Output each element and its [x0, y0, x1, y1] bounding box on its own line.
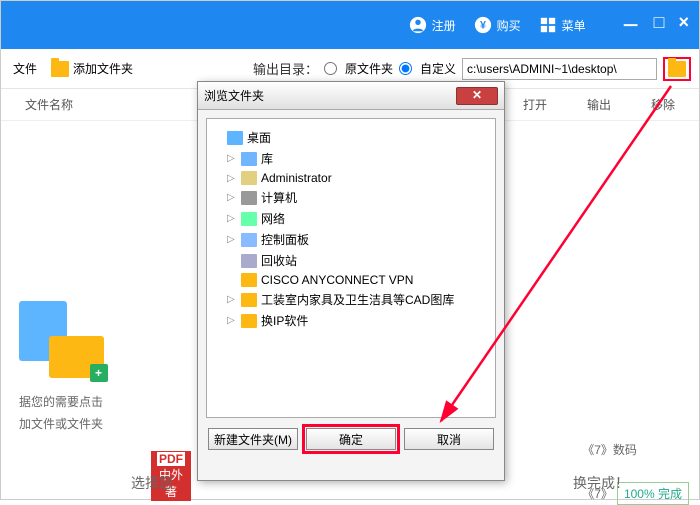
yen-icon: ¥ [474, 16, 492, 34]
tree-item[interactable]: ▷工装室内家具及卫生洁具等CAD图库 [213, 289, 489, 310]
radio-original[interactable]: 原文件夹 [324, 60, 393, 77]
tree-item[interactable]: 桌面 [213, 127, 489, 148]
user-icon [409, 16, 427, 34]
dialog-title: 浏览文件夹 [204, 87, 264, 104]
buy-button[interactable]: ¥ 购买 [474, 16, 521, 34]
buy-label: 购买 [497, 17, 521, 34]
close-button[interactable]: × [678, 12, 689, 38]
titlebar: 注册 ¥ 购买 菜单 － □ × [1, 1, 699, 49]
output-path-input[interactable] [462, 58, 657, 80]
tree-item[interactable]: ▷库 [213, 148, 489, 169]
folder-tree[interactable]: 桌面▷库▷Administrator▷计算机▷网络▷控制面板回收站CISCO A… [206, 118, 496, 418]
right-bottom-text: 换完成！ [573, 473, 629, 493]
col-output[interactable]: 输出 [587, 96, 611, 113]
file-button[interactable]: 文件 [9, 58, 41, 79]
tree-item[interactable]: ▷控制面板 [213, 229, 489, 250]
col-remove[interactable]: 移除 [651, 96, 675, 113]
radio-custom[interactable]: 自定义 [399, 60, 456, 77]
folder-icon [51, 61, 69, 77]
register-button[interactable]: 注册 [409, 16, 456, 34]
maximize-button[interactable]: □ [654, 12, 665, 38]
browse-folder-button[interactable] [663, 57, 691, 81]
tree-item[interactable]: ▷换IP软件 [213, 310, 489, 331]
svg-text:¥: ¥ [480, 20, 486, 32]
folder-icon [668, 61, 686, 77]
tree-item[interactable]: ▷网络 [213, 208, 489, 229]
add-folder-button[interactable]: 添加文件夹 [47, 58, 137, 79]
minimize-button[interactable]: － [622, 12, 640, 38]
tree-item[interactable]: CISCO ANYCONNECT VPN [213, 271, 489, 289]
window-controls: － □ × [622, 12, 689, 38]
col-name: 文件名称 [25, 96, 73, 113]
browse-folder-dialog: 浏览文件夹 ✕ 桌面▷库▷Administrator▷计算机▷网络▷控制面板回收… [197, 81, 505, 481]
add-folder-label: 添加文件夹 [73, 60, 133, 77]
tree-item[interactable]: ▷计算机 [213, 187, 489, 208]
menu-label: 菜单 [562, 17, 586, 34]
bottom-hint: 选择您 [131, 473, 173, 493]
grid-icon [539, 16, 557, 34]
register-label: 注册 [432, 17, 456, 34]
tree-item[interactable]: 回收站 [213, 250, 489, 271]
menu-button[interactable]: 菜单 [539, 16, 586, 34]
cancel-button[interactable]: 取消 [404, 428, 494, 450]
dialog-titlebar[interactable]: 浏览文件夹 ✕ [198, 82, 504, 110]
col-open[interactable]: 打开 [523, 96, 547, 113]
hint-block: 据您的需要点击 加文件或文件夹 [5, 301, 117, 435]
tree-item[interactable]: ▷Administrator [213, 169, 489, 187]
dialog-buttons: 新建文件夹(M) 确定 取消 [206, 418, 496, 450]
add-file-icon[interactable] [19, 301, 104, 381]
output-label: 输出目录： [253, 59, 318, 78]
new-folder-button[interactable]: 新建文件夹(M) [208, 428, 298, 450]
ok-button[interactable]: 确定 [306, 428, 396, 450]
dialog-close-button[interactable]: ✕ [456, 87, 498, 105]
